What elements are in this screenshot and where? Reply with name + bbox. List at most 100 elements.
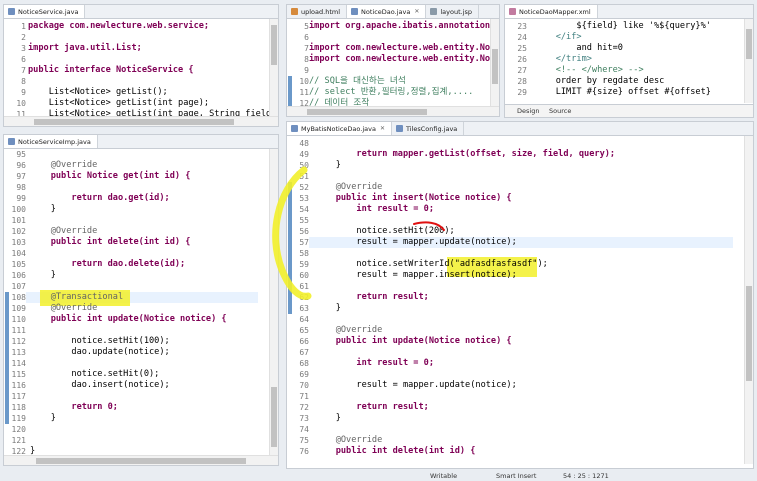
code-line[interactable]: 56 notice.setHit(200); [287, 226, 743, 237]
code-line[interactable]: 27 <!-- </where> --> [505, 65, 743, 76]
vertical-scrollbar[interactable] [269, 19, 278, 116]
code-line[interactable]: 64 [287, 314, 743, 325]
horizontal-scrollbar[interactable] [4, 116, 278, 126]
code-line[interactable]: 106 } [4, 270, 268, 281]
code-line[interactable]: 26 </trim> [505, 54, 743, 65]
code-line[interactable]: 29 LIMIT #{size} offset #{offset} [505, 87, 743, 98]
code-line[interactable]: 51 [287, 171, 743, 182]
code-area[interactable]: 5 import org.apache.ibatis.annotation 6 7 im… [287, 19, 490, 116]
tab-mybatis-notice-dao[interactable]: MyBatisNoticeDao.java ✕ [287, 122, 392, 135]
code-line[interactable]: 73 } [287, 413, 743, 424]
code-line[interactable]: 28 order by regdate desc [505, 76, 743, 87]
code-line[interactable]: 107 [4, 281, 268, 292]
close-icon[interactable]: ✕ [414, 8, 419, 15]
code-line[interactable]: 65 @Override [287, 325, 743, 336]
code-line[interactable]: 54 int result = 0; [287, 204, 743, 215]
code-line[interactable]: 9 [287, 65, 489, 76]
tab-layout-jsp[interactable]: layout.jsp [426, 5, 480, 18]
code-line[interactable]: 7 import com.newlecture.web.entity.No [287, 43, 490, 54]
code-line[interactable]: 104 [4, 248, 268, 259]
code-line[interactable]: 68 int result = 0; [287, 358, 743, 369]
code-line[interactable]: 2 [4, 32, 268, 43]
code-line[interactable]: 69 [287, 369, 743, 380]
code-line[interactable]: 109 @Override [4, 303, 268, 314]
code-line[interactable]: 114 [4, 358, 268, 369]
code-line[interactable]: 67 [287, 347, 743, 358]
code-line[interactable]: 8 import com.newlecture.web.entity.No [287, 54, 490, 65]
code-line[interactable]: 8 [4, 76, 268, 87]
code-area[interactable]: 23 ${field} like '%${query}%' 24 </if> 25 … [505, 19, 743, 103]
code-line[interactable]: 98 [4, 182, 268, 193]
code-line[interactable]: 75 @Override [287, 435, 743, 446]
code-line[interactable]: 10// SQL을 대신하는 녀석 [287, 76, 489, 87]
tab-notice-dao[interactable]: NoticeDao.java ✕ [347, 5, 427, 18]
code-line[interactable]: 71 [287, 391, 743, 402]
code-line[interactable]: 48 [287, 138, 743, 149]
code-line[interactable]: 74 [287, 424, 743, 435]
code-line[interactable]: 60 result = mapper.insert(notice); [287, 270, 743, 281]
code-line[interactable]: 9 List<Notice> getList(); [4, 87, 268, 98]
vertical-scrollbar[interactable] [744, 136, 753, 464]
code-line[interactable]: 76 public int delete(int id) { [287, 446, 743, 457]
code-line[interactable]: 101 [4, 215, 268, 226]
tab-notice-service[interactable]: NoticeService.java [4, 5, 86, 18]
code-line[interactable]: 11// select 반환,필터링,정렬,집계,.... [287, 87, 489, 98]
code-line[interactable]: 72 return result; [287, 402, 743, 413]
code-line[interactable]: 62 return result; [287, 292, 743, 303]
close-icon[interactable]: ✕ [380, 125, 385, 132]
code-line[interactable]: 66 public int update(Notice notice) { [287, 336, 743, 347]
tab-tiles-config[interactable]: TilesConfig.java [392, 122, 465, 135]
code-line[interactable]: 24 </if> [505, 32, 743, 43]
code-line[interactable]: 7 public interface NoticeService { [4, 65, 268, 76]
code-line[interactable]: 111 [4, 325, 268, 336]
code-area[interactable]: 48 49 return mapper.getList(offset, size,… [287, 136, 743, 464]
code-line[interactable]: 1 package com.newlecture.web.service; [4, 21, 268, 32]
code-line[interactable]: 57 result = mapper.update(notice); [287, 237, 743, 248]
code-line[interactable]: 5 import org.apache.ibatis.annotation [287, 21, 490, 32]
source-tab[interactable]: Source [549, 107, 571, 115]
code-line[interactable]: 108 @Transactional [4, 292, 268, 303]
code-line[interactable]: 115 notice.setHit(0); [4, 369, 268, 380]
code-line[interactable]: 70 result = mapper.update(notice); [287, 380, 743, 391]
code-line[interactable]: 103 public int delete(int id) { [4, 237, 268, 248]
code-line[interactable]: 61 [287, 281, 743, 292]
vertical-scrollbar[interactable] [744, 19, 753, 103]
code-line[interactable]: 97 public Notice get(int id) { [4, 171, 268, 182]
vertical-scrollbar[interactable] [490, 19, 499, 106]
code-line[interactable]: 55 [287, 215, 743, 226]
code-area[interactable]: 1 package com.newlecture.web.service; 2 3 im… [4, 19, 278, 126]
code-line[interactable]: 117 [4, 391, 268, 402]
code-line[interactable]: 119 } [4, 413, 268, 424]
code-area[interactable]: 95 96 @Override 97 public Notice get(int i… [4, 147, 268, 465]
code-line[interactable]: 102 @Override [4, 226, 268, 237]
code-line[interactable]: 58 [287, 248, 743, 259]
code-line[interactable]: 95 [4, 149, 268, 160]
code-line[interactable]: 100 } [4, 204, 268, 215]
tab-upload-html[interactable]: upload.html [287, 5, 348, 18]
code-line[interactable]: 6 [287, 32, 489, 43]
code-line[interactable]: 116 dao.insert(notice); [4, 380, 268, 391]
code-line[interactable]: 53 public int insert(Notice notice) { [287, 193, 743, 204]
horizontal-scrollbar[interactable] [4, 455, 278, 465]
design-tab[interactable]: Design [517, 107, 539, 115]
tab-notice-dao-mapper[interactable]: NoticeDaoMapper.xml [505, 5, 598, 18]
code-line[interactable]: 6 [4, 54, 268, 65]
horizontal-scrollbar[interactable] [287, 106, 499, 116]
code-line[interactable]: 113 dao.update(notice); [4, 347, 268, 358]
code-line[interactable]: 63 } [287, 303, 743, 314]
code-line[interactable]: 110 public int update(Notice notice) { [4, 314, 268, 325]
code-line[interactable]: 120 [4, 424, 268, 435]
code-line[interactable]: 96 @Override [4, 160, 268, 171]
code-line[interactable]: 3 import java.util.List; [4, 43, 268, 54]
code-line[interactable]: 23 ${field} like '%${query}%' [505, 21, 743, 32]
code-line[interactable]: 59 notice.setWriterId("adfasdfasfasdf"); [287, 259, 743, 270]
code-line[interactable]: 25 and hit=0 [505, 43, 743, 54]
vertical-scrollbar[interactable] [269, 149, 278, 455]
code-line[interactable]: 105 return dao.delete(id); [4, 259, 268, 270]
code-line[interactable]: 118 return 0; [4, 402, 268, 413]
code-line[interactable]: 121 [4, 435, 268, 446]
code-line[interactable]: 10 List<Notice> getList(int page); [4, 98, 268, 109]
code-line[interactable]: 99 return dao.get(id); [4, 193, 268, 204]
code-line[interactable]: 50 } [287, 160, 743, 171]
code-line[interactable]: 49 return mapper.getList(offset, size, f… [287, 149, 743, 160]
